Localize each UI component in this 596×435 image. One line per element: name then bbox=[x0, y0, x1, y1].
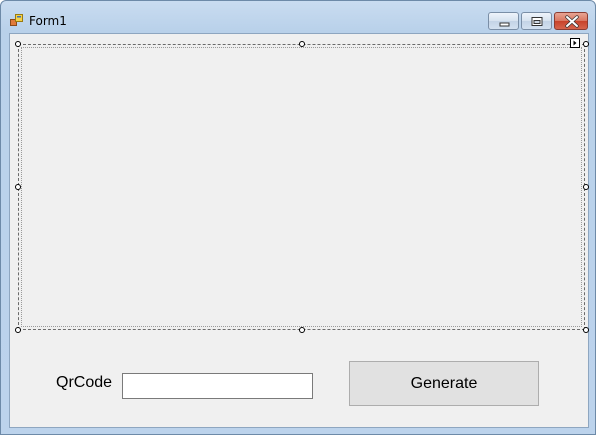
picture-box-selected[interactable] bbox=[18, 44, 585, 330]
form-window: Form1 QrCode Generate bbox=[0, 0, 596, 435]
maximize-button[interactable] bbox=[521, 12, 552, 30]
window-title: Form1 bbox=[29, 14, 67, 28]
generate-button[interactable]: Generate bbox=[349, 361, 539, 406]
form-client-area: QrCode Generate bbox=[9, 33, 589, 428]
form-app-icon bbox=[10, 14, 23, 26]
smart-tag-arrow-icon bbox=[573, 40, 577, 46]
resize-handle-bottom-right[interactable] bbox=[583, 327, 589, 333]
smart-tag-button[interactable] bbox=[570, 38, 580, 48]
qrcode-label: QrCode bbox=[56, 374, 113, 391]
minimize-button[interactable] bbox=[488, 12, 519, 30]
resize-handle-bottom-left[interactable] bbox=[15, 327, 21, 333]
resize-handle-middle-left[interactable] bbox=[15, 184, 21, 190]
close-button[interactable] bbox=[554, 12, 588, 30]
restore-icon bbox=[531, 17, 543, 26]
minimize-icon bbox=[499, 22, 510, 27]
resize-handle-top-middle[interactable] bbox=[299, 41, 305, 47]
qrcode-input[interactable] bbox=[122, 373, 313, 399]
resize-handle-bottom-middle[interactable] bbox=[299, 327, 305, 333]
title-bar[interactable]: Form1 bbox=[1, 1, 595, 33]
resize-handle-top-right[interactable] bbox=[583, 41, 589, 47]
selection-outline bbox=[21, 47, 582, 327]
resize-handle-middle-right[interactable] bbox=[583, 184, 589, 190]
resize-handle-top-left[interactable] bbox=[15, 41, 21, 47]
close-icon bbox=[565, 15, 579, 28]
